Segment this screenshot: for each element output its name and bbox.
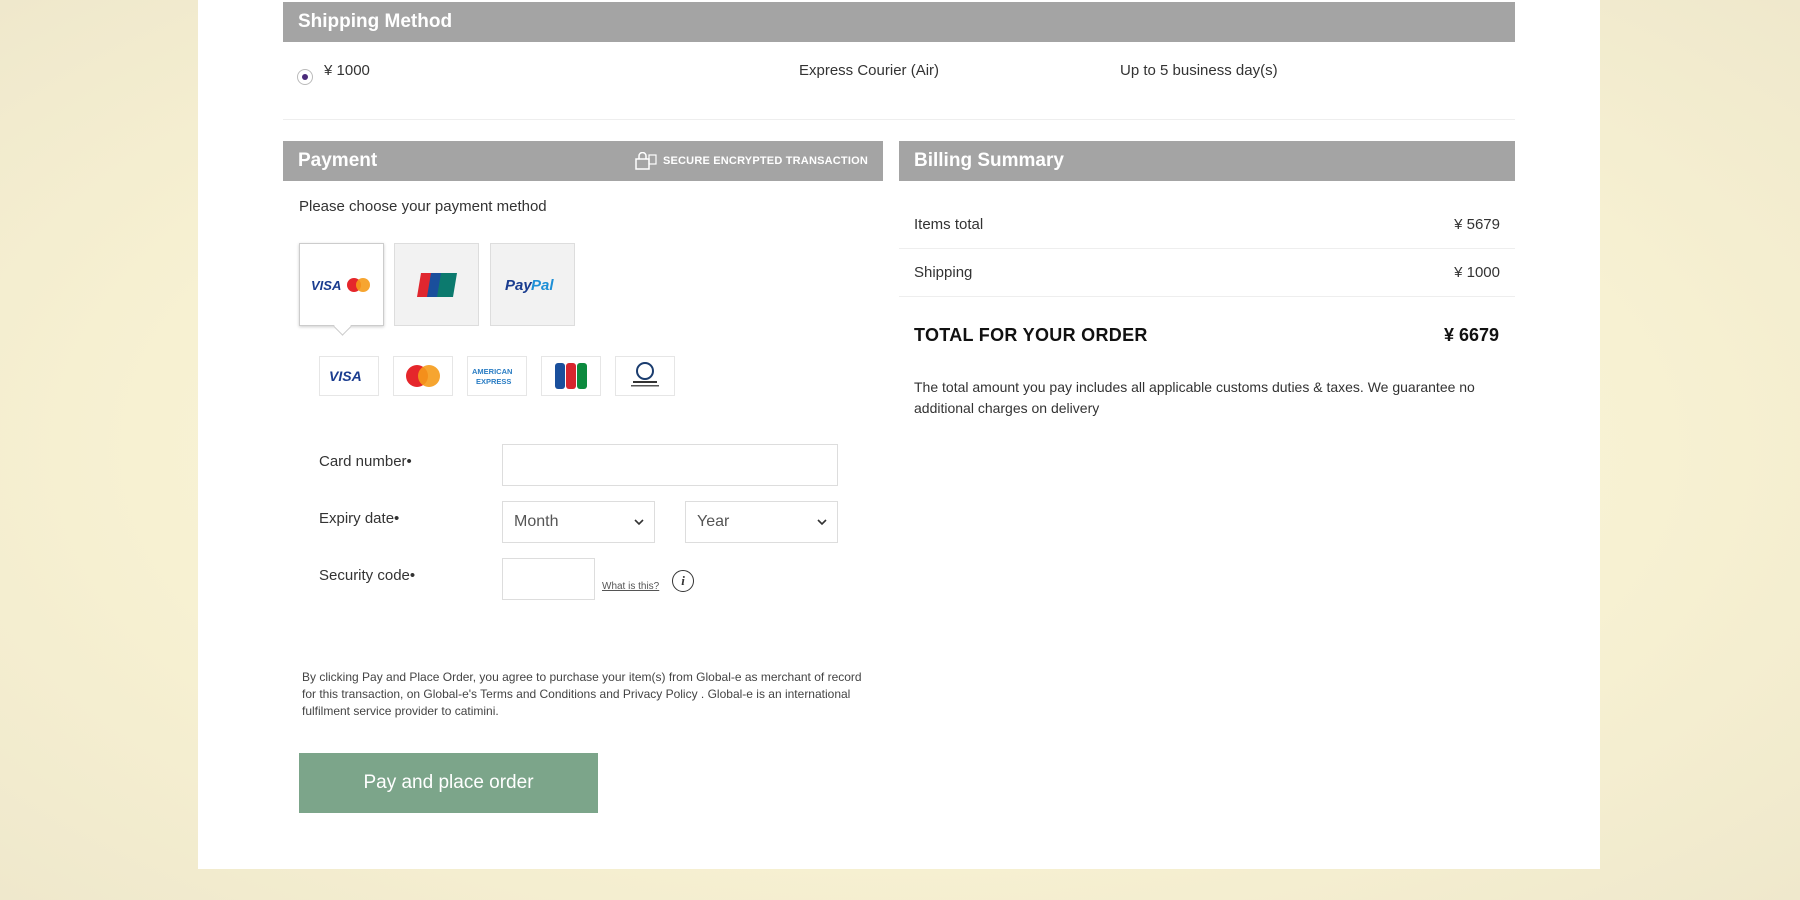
expiry-date-label: Expiry date• — [319, 510, 399, 527]
divider — [283, 119, 1515, 120]
shipping-price: ¥ 1000 — [324, 62, 370, 79]
chevron-down-icon — [817, 519, 827, 526]
svg-text:Pay: Pay — [505, 277, 532, 294]
items-total-value: ¥ 5679 — [1454, 216, 1500, 233]
order-total-value: ¥ 6679 — [1443, 325, 1499, 345]
customs-note: The total amount you pay includes all ap… — [914, 379, 1475, 416]
shipping-label: Shipping — [914, 264, 973, 281]
billing-summary-header: Billing Summary — [899, 141, 1515, 181]
pay-and-place-order-button[interactable]: Pay and place order — [299, 753, 598, 813]
visa-mastercard-icon: VISA — [300, 244, 383, 325]
order-total-label: TOTAL FOR YOUR ORDER — [914, 325, 1148, 345]
svg-text:EXPRESS: EXPRESS — [476, 377, 511, 386]
unionpay-icon — [395, 244, 478, 325]
divider — [899, 248, 1515, 249]
expiry-year-select[interactable]: Year — [685, 501, 838, 543]
legal-disclaimer: By clicking Pay and Place Order, you agr… — [302, 670, 862, 718]
shipping-option-radio[interactable] — [297, 69, 313, 85]
divider — [899, 296, 1515, 297]
shipping-row: Shipping ¥ 1000 — [899, 264, 1515, 281]
payment-method-unionpay[interactable] — [394, 243, 479, 326]
choose-payment-prompt: Please choose your payment method — [299, 198, 547, 215]
expiry-month-select[interactable]: Month — [502, 501, 655, 543]
payment-header: Payment SECURE ENCRYPTED TRANSACTION — [283, 141, 883, 181]
amex-logo-icon: AMERICAN EXPRESS — [467, 356, 527, 396]
payment-method-paypal[interactable]: Pay Pal — [490, 243, 575, 326]
lock-icon — [635, 152, 657, 170]
month-value: Month — [514, 513, 559, 530]
checkout-page — [198, 0, 1600, 869]
mastercard-logo-icon — [393, 356, 453, 396]
items-total-label: Items total — [914, 216, 984, 233]
shipping-value: ¥ 1000 — [1454, 264, 1500, 281]
info-icon[interactable]: i — [672, 570, 694, 592]
secure-badge-text: SECURE ENCRYPTED TRANSACTION — [662, 155, 868, 167]
security-code-input[interactable] — [502, 558, 595, 600]
year-value: Year — [697, 513, 730, 530]
shipping-method-header: Shipping Method — [283, 2, 1515, 42]
card-number-label: Card number• — [319, 453, 412, 470]
paypal-icon: Pay Pal — [491, 244, 574, 325]
security-code-label: Security code• — [319, 567, 415, 584]
required-marker: • — [394, 510, 400, 527]
jcb-logo-icon — [541, 356, 601, 396]
security-code-label-text: Security code — [319, 567, 410, 584]
card-number-label-text: Card number — [319, 453, 407, 470]
chevron-down-icon — [634, 519, 644, 526]
svg-text:VISA: VISA — [311, 278, 341, 293]
diners-club-logo-icon — [615, 356, 675, 396]
shipping-carrier: Express Courier (Air) — [799, 62, 940, 79]
items-total-row: Items total ¥ 5679 — [899, 216, 1515, 233]
card-number-input[interactable] — [502, 444, 838, 486]
required-marker: • — [409, 567, 416, 584]
expiry-date-label-text: Expiry date — [319, 510, 395, 527]
visa-logo-icon: VISA — [319, 356, 379, 396]
secure-transaction-badge: SECURE ENCRYPTED TRANSACTION — [635, 141, 868, 181]
payment-method-card[interactable]: VISA — [299, 243, 384, 326]
what-is-this-link[interactable]: What is this? — [602, 581, 659, 592]
svg-text:AMERICAN: AMERICAN — [472, 367, 512, 376]
svg-text:Pal: Pal — [531, 277, 554, 294]
required-marker: • — [406, 453, 412, 470]
svg-text:VISA: VISA — [329, 368, 362, 384]
payment-title: Payment — [298, 150, 378, 171]
shipping-eta: Up to 5 business day(s) — [1120, 62, 1278, 79]
